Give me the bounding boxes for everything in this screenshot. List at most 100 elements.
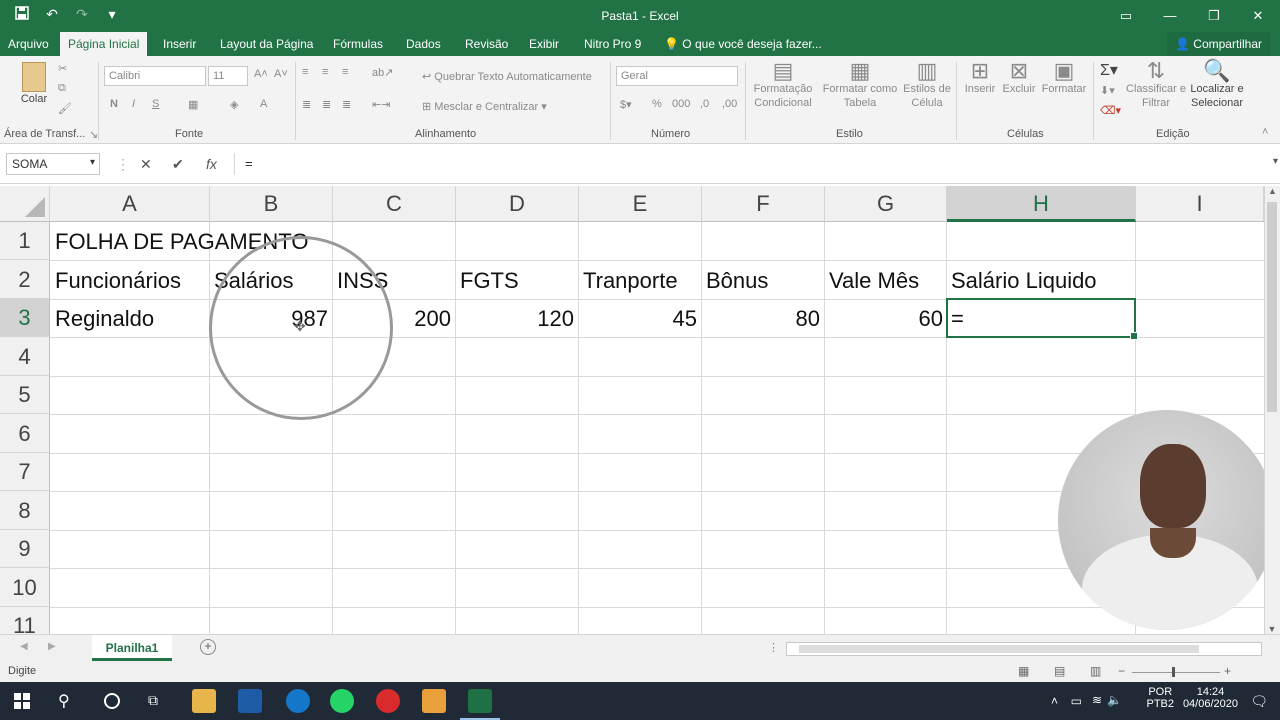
cell-e2[interactable]: Tranporte bbox=[583, 262, 678, 300]
ribbon-display-icon[interactable]: ▭ bbox=[1104, 0, 1148, 32]
row-header-1[interactable]: 1 bbox=[0, 222, 50, 260]
cortana-icon[interactable] bbox=[104, 693, 120, 709]
windows-start-icon[interactable] bbox=[14, 693, 30, 714]
insert-cells-button[interactable]: ⊞ Inserir bbox=[962, 60, 998, 96]
increase-decimal-icon[interactable]: ,0 bbox=[700, 98, 709, 110]
cell-d2[interactable]: FGTS bbox=[460, 262, 519, 300]
add-sheet-button[interactable]: + bbox=[200, 639, 216, 655]
tell-me-box[interactable]: 💡 O que você deseja fazer... bbox=[656, 32, 830, 56]
tab-dados[interactable]: Dados bbox=[398, 32, 449, 56]
horizontal-scrollbar[interactable] bbox=[786, 642, 1262, 656]
number-format-select[interactable]: Geral bbox=[616, 66, 738, 86]
conditional-formatting-button[interactable]: ▤ Formatação Condicional bbox=[748, 60, 818, 110]
next-sheet-icon[interactable]: ▶ bbox=[48, 641, 56, 652]
enter-icon[interactable]: ✔ bbox=[172, 156, 184, 173]
edge-icon[interactable] bbox=[286, 689, 310, 713]
cell-a3[interactable]: Reginaldo bbox=[55, 300, 154, 338]
cell-f2[interactable]: Bônus bbox=[706, 262, 768, 300]
paste-button[interactable]: Colar bbox=[16, 62, 52, 106]
column-header-i[interactable]: I bbox=[1136, 186, 1264, 222]
name-box[interactable]: SOMA ▾ bbox=[6, 153, 100, 175]
decrease-decimal-icon[interactable]: ,00 bbox=[722, 98, 737, 110]
row-header-8[interactable]: 8 bbox=[0, 491, 50, 530]
clear-icon[interactable]: ⌫▾ bbox=[1100, 104, 1121, 117]
column-header-b[interactable]: B bbox=[210, 186, 333, 222]
tab-split-icon[interactable]: ⋮ bbox=[768, 641, 779, 654]
tab-layout[interactable]: Layout da Página bbox=[212, 32, 321, 56]
search-icon[interactable]: ⚲ bbox=[58, 691, 70, 711]
orientation-icon[interactable]: ab↗ bbox=[372, 66, 393, 79]
delete-cells-button[interactable]: ⊠ Excluir bbox=[1000, 60, 1038, 96]
cancel-icon[interactable]: ✕ bbox=[140, 156, 152, 173]
row-header-5[interactable]: 5 bbox=[0, 376, 50, 414]
close-icon[interactable]: ✕ bbox=[1236, 0, 1280, 32]
row-header-2[interactable]: 2 bbox=[0, 260, 50, 299]
column-header-h[interactable]: H bbox=[947, 186, 1136, 222]
sort-filter-button[interactable]: ⇅ Classificar e Filtrar bbox=[1126, 60, 1186, 110]
wrap-text-button[interactable]: ↩ Quebrar Texto Automaticamente bbox=[422, 70, 592, 83]
align-right-icon[interactable]: ≣ bbox=[342, 98, 351, 111]
copy-icon[interactable]: ⧉ bbox=[58, 82, 66, 95]
grow-font-icon[interactable]: A˄ bbox=[254, 68, 268, 80]
tab-inserir[interactable]: Inserir bbox=[155, 32, 204, 56]
align-left-icon[interactable]: ≣ bbox=[302, 98, 311, 111]
battery-icon[interactable]: ▭ bbox=[1071, 694, 1082, 708]
opera-icon[interactable] bbox=[376, 689, 400, 713]
task-view-icon[interactable]: ⧉ bbox=[148, 692, 158, 709]
normal-view-icon[interactable]: ▦ bbox=[1018, 664, 1029, 678]
zoom-slider[interactable] bbox=[1132, 672, 1220, 673]
column-header-e[interactable]: E bbox=[579, 186, 702, 222]
cell-styles-button[interactable]: ▥ Estilos de Célula bbox=[902, 60, 952, 110]
prev-sheet-icon[interactable]: ◀ bbox=[20, 641, 28, 652]
borders-icon[interactable]: ▦ bbox=[188, 98, 198, 111]
cut-icon[interactable]: ✂ bbox=[58, 62, 67, 75]
tray-chevron-icon[interactable]: ˄ bbox=[1051, 694, 1058, 708]
shrink-font-icon[interactable]: A˅ bbox=[274, 68, 288, 80]
tab-exibir[interactable]: Exibir bbox=[521, 32, 567, 56]
currency-icon[interactable]: $▾ bbox=[620, 98, 632, 111]
select-all-corner[interactable] bbox=[0, 186, 50, 222]
fill-icon[interactable]: ⬇▾ bbox=[1100, 84, 1115, 97]
tab-nitro[interactable]: Nitro Pro 9 bbox=[576, 32, 649, 56]
find-select-button[interactable]: 🔍 Localizar e Selecionar bbox=[1186, 60, 1248, 110]
comma-icon[interactable]: 000 bbox=[672, 98, 690, 110]
row-header-11[interactable]: 11 bbox=[0, 607, 50, 634]
cell-g3[interactable]: 60 bbox=[825, 300, 943, 338]
row-header-9[interactable]: 9 bbox=[0, 530, 50, 568]
cell-g2[interactable]: Vale Mês bbox=[829, 262, 919, 300]
excel-taskbar-icon[interactable] bbox=[468, 689, 492, 713]
column-header-c[interactable]: C bbox=[333, 186, 456, 222]
share-button[interactable]: 👤 Compartilhar bbox=[1167, 32, 1270, 56]
clock[interactable]: 14:24 04/06/2020 bbox=[1183, 686, 1238, 710]
tab-pagina-inicial[interactable]: Página Inicial bbox=[60, 32, 148, 56]
font-size-select[interactable]: 11 bbox=[208, 66, 248, 86]
format-cells-button[interactable]: ▣ Formatar bbox=[1040, 60, 1088, 96]
top-align-icon[interactable]: ≡ bbox=[302, 66, 308, 78]
format-painter-icon[interactable]: 🖌 bbox=[58, 102, 72, 115]
scroll-up-icon[interactable]: ▲ bbox=[1265, 186, 1280, 196]
scroll-down-icon[interactable]: ▼ bbox=[1265, 624, 1279, 634]
vertical-scrollbar[interactable]: ▲ ▼ bbox=[1264, 186, 1280, 634]
zoom-in-icon[interactable]: + bbox=[1224, 664, 1231, 678]
column-header-a[interactable]: A bbox=[50, 186, 210, 222]
cell-e3[interactable]: 45 bbox=[579, 300, 697, 338]
font-color-icon[interactable]: A bbox=[260, 98, 267, 110]
row-header-7[interactable]: 7 bbox=[0, 453, 50, 491]
underline-button[interactable]: S bbox=[152, 98, 159, 110]
zoom-out-icon[interactable]: − bbox=[1118, 664, 1125, 678]
tab-arquivo[interactable]: Arquivo bbox=[0, 32, 57, 56]
fill-color-icon[interactable]: ◈ bbox=[230, 98, 238, 111]
wifi-icon[interactable]: ≋ bbox=[1092, 693, 1102, 707]
formula-input[interactable]: = bbox=[234, 153, 1266, 175]
page-layout-icon[interactable]: ▤ bbox=[1054, 664, 1065, 678]
collapse-ribbon-icon[interactable]: ˄ bbox=[1262, 126, 1268, 138]
cell-h2[interactable]: Salário Liquido bbox=[951, 262, 1097, 300]
indent-icon[interactable]: ⇤⇥ bbox=[372, 98, 390, 111]
zoom-slider-thumb[interactable] bbox=[1172, 667, 1175, 677]
font-name-select[interactable]: Calibri bbox=[104, 66, 206, 86]
notifications-icon[interactable]: 🗨 bbox=[1250, 693, 1268, 710]
row-header-10[interactable]: 10 bbox=[0, 568, 50, 607]
middle-align-icon[interactable]: ≡ bbox=[322, 66, 328, 78]
insert-function-icon[interactable]: fx bbox=[206, 156, 217, 172]
merge-center-button[interactable]: ⊞ Mesclar e Centralizar ▾ bbox=[422, 100, 547, 113]
